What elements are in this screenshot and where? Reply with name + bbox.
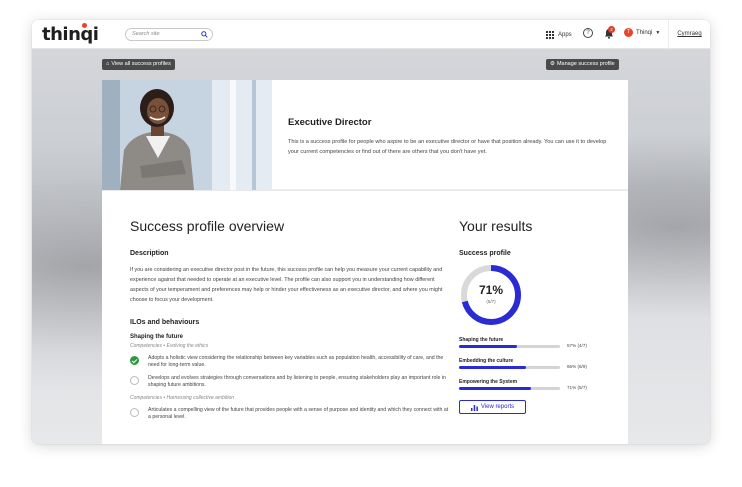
results-section: Your results Success profile 71% (5/7) S… — [459, 218, 609, 414]
bar-value: 66% (6/9) — [567, 364, 587, 369]
language-link[interactable]: Cymraeg — [668, 20, 710, 49]
bar-fill — [459, 345, 517, 348]
thinqi-logo[interactable]: thinqi — [42, 23, 99, 45]
profile-intro: Executive Director This is a success pro… — [272, 80, 628, 190]
description-heading: Description — [130, 250, 169, 257]
user-menu[interactable]: T Thinqi ▼ — [624, 28, 660, 37]
view-all-label: View all success profiles — [111, 61, 171, 67]
bar-chart-icon — [470, 404, 478, 411]
ilos-heading: ILOs and behaviours — [130, 319, 200, 326]
search-placeholder: Search site — [132, 31, 160, 37]
apps-label: Apps — [558, 31, 572, 38]
manage-profile-button[interactable]: ⚙ Manage success profile — [546, 59, 619, 70]
manage-label: Manage success profile — [556, 61, 615, 67]
user-name: Thinqi — [636, 29, 653, 36]
result-bar: Empowering the System 71% (5/7) — [459, 379, 609, 393]
chevron-down-icon: ▼ — [655, 29, 661, 36]
view-reports-button[interactable]: View reports — [459, 400, 526, 414]
profile-intro-text: This is a success profile for people who… — [288, 139, 607, 155]
view-all-profiles-button[interactable]: ⌂ View all success profiles — [102, 59, 175, 70]
avatar: T — [624, 28, 633, 37]
description-text: If you are considering an executive dire… — [130, 267, 443, 303]
profile-card: Executive Director This is a success pro… — [102, 80, 628, 444]
empty-circle-icon — [130, 408, 139, 417]
notification-badge: 2 — [608, 26, 615, 33]
list-item[interactable]: Develops and evolves strategies through … — [130, 375, 450, 389]
profile-title: Executive Director — [288, 117, 372, 128]
home-icon: ⌂ — [106, 61, 110, 67]
result-bar: Embedding the culture 66% (6/9) — [459, 358, 609, 372]
empty-circle-icon — [130, 376, 139, 385]
profile-photo — [102, 80, 272, 190]
search-input[interactable]: Search site — [125, 28, 213, 41]
bar-value: 57% (4/7) — [567, 343, 587, 348]
apps-grid-icon — [546, 30, 554, 39]
category-label: Competencies • Evolving the ethics — [130, 343, 209, 349]
list-item[interactable]: Adopts a holistic view considering the r… — [130, 355, 450, 369]
check-icon — [130, 356, 139, 365]
bar-track — [459, 366, 560, 369]
ilo-text: Develops and evolves strategies through … — [148, 375, 446, 388]
overview-section: Success profile overview Description If … — [130, 218, 450, 427]
gear-icon: ⚙ — [550, 61, 555, 67]
section-divider — [102, 190, 628, 191]
results-heading: Your results — [459, 218, 533, 234]
ilo-text: Articulates a compelling view of the fut… — [148, 407, 449, 420]
bar-value: 71% (5/7) — [567, 385, 587, 390]
donut-percent: 71% — [478, 283, 504, 297]
bar-track — [459, 387, 560, 390]
result-bar: Shaping the future 57% (4/7) — [459, 337, 609, 351]
bar-fill — [459, 366, 526, 369]
category-label: Competencies • Harnessing collective amb… — [130, 395, 235, 401]
bar-track — [459, 345, 560, 348]
search-icon — [201, 31, 208, 38]
top-navigation: thinqi Search site Apps ? 2 T Thinqi ▼ C… — [32, 20, 710, 49]
ilo-text: Adopts a holistic view considering the r… — [148, 355, 444, 368]
overview-heading: Success profile overview — [130, 218, 285, 234]
donut-fraction: (5/7) — [486, 299, 496, 304]
view-reports-label: View reports — [480, 404, 515, 410]
woman-portrait-image — [102, 80, 272, 190]
success-profile-label: Success profile — [459, 250, 511, 257]
list-item[interactable]: Articulates a compelling view of the fut… — [130, 407, 450, 421]
apps-menu[interactable]: Apps — [546, 29, 572, 40]
browser-window: thinqi Search site Apps ? 2 T Thinqi ▼ C… — [32, 20, 710, 444]
bar-fill — [459, 387, 531, 390]
section-title: Shaping the future — [130, 334, 183, 340]
progress-donut: 71% (5/7) — [459, 263, 523, 327]
help-icon[interactable]: ? — [583, 28, 593, 38]
